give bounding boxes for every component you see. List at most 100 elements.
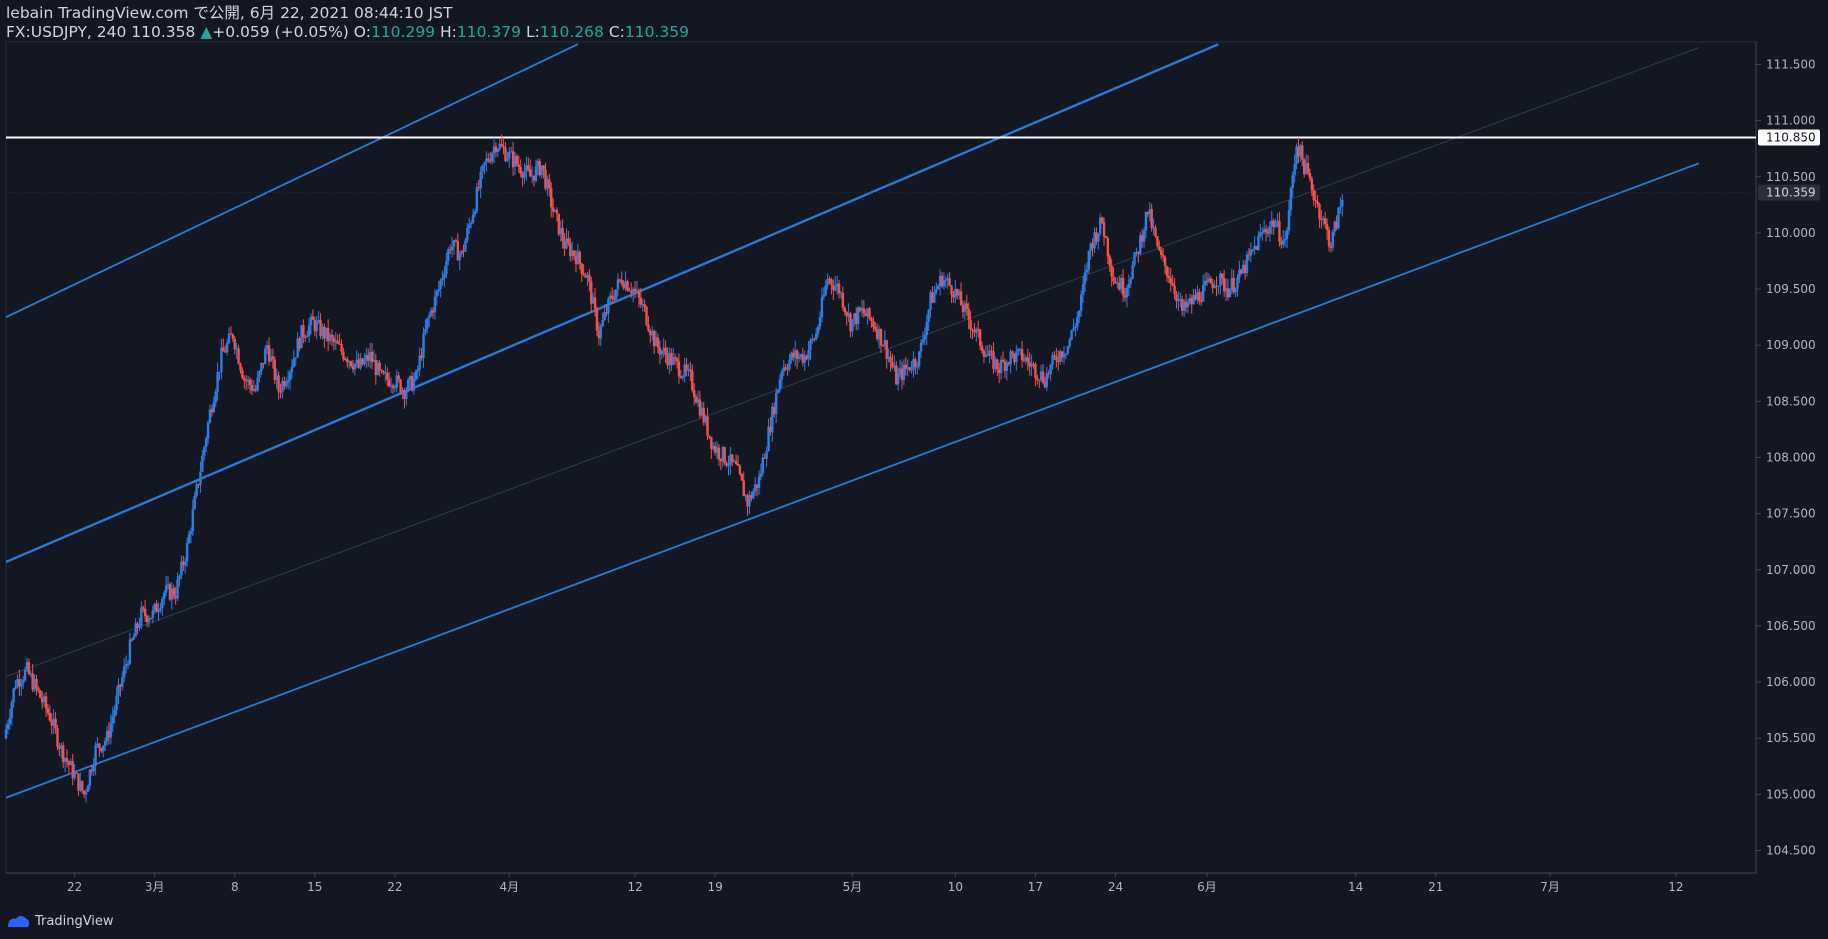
candle-body — [479, 171, 482, 189]
candle-body — [1097, 233, 1100, 242]
price-tick-label: 107.500 — [1766, 507, 1816, 521]
candle-body — [445, 260, 448, 274]
candle-body — [523, 171, 526, 178]
candle-body — [1156, 236, 1159, 247]
candle-body — [176, 579, 179, 599]
candle-body — [393, 387, 397, 389]
candle-body — [664, 347, 667, 355]
candle-body — [1268, 226, 1272, 234]
candle-body — [405, 390, 408, 400]
candle-body — [692, 390, 696, 398]
candle-body — [948, 278, 951, 286]
candle-body — [620, 279, 623, 284]
channel-line-mid-faint — [6, 47, 1699, 677]
candle-body — [1314, 200, 1317, 202]
candle-body — [572, 250, 576, 256]
candle-body — [1133, 252, 1136, 265]
candle-body — [1127, 283, 1131, 288]
candle-body — [872, 321, 875, 327]
candle-body — [1112, 276, 1115, 282]
brand-label: TradingView — [35, 913, 114, 929]
candle-body — [35, 678, 38, 688]
candle-body — [595, 308, 599, 332]
price-chart[interactable]: 111.500 111.000 110.500 110.000 109.500 109.0… — [0, 0, 1828, 939]
candle-body — [1100, 217, 1104, 223]
candle-body — [414, 371, 418, 380]
candle-body — [172, 588, 175, 597]
candle-body — [1312, 189, 1315, 201]
candle-body — [128, 639, 132, 664]
candle-body — [727, 465, 730, 467]
candle-body — [862, 308, 866, 314]
candle-body — [218, 371, 221, 373]
candle-body — [959, 291, 963, 306]
candle-body — [483, 162, 486, 166]
candles — [4, 134, 1344, 803]
candle-body — [212, 402, 215, 413]
candle-body — [126, 663, 130, 665]
candle-body — [1125, 287, 1129, 298]
time-tick-label: 17 — [1028, 880, 1043, 894]
time-tick-label: 21 — [1428, 880, 1443, 894]
candle-body — [48, 712, 52, 721]
candle-body — [490, 153, 494, 162]
candle-body — [260, 363, 263, 372]
candle-body — [426, 318, 429, 329]
price-tick-label: 111.000 — [1766, 114, 1816, 128]
candle-body — [736, 463, 740, 466]
candle-body — [412, 379, 416, 391]
candle-body — [178, 575, 181, 580]
candle-body — [21, 680, 25, 684]
candle-body — [44, 696, 48, 709]
candle-body — [206, 422, 210, 439]
candle-body — [109, 723, 113, 738]
candle-body — [1070, 330, 1073, 340]
candle-body — [1131, 264, 1134, 279]
candle-body — [517, 164, 520, 167]
candle-body — [473, 211, 477, 215]
candle-body — [225, 342, 229, 353]
candle-body — [643, 304, 646, 307]
candle-body — [1221, 273, 1224, 279]
candle-body — [286, 380, 290, 383]
candle-body — [1278, 220, 1281, 242]
candle-body — [1249, 250, 1253, 256]
candle-body — [1064, 353, 1068, 355]
candle-body — [925, 321, 928, 336]
candle-body — [1121, 277, 1125, 296]
candle-body — [752, 491, 755, 499]
candle-body — [138, 625, 141, 628]
candle-body — [1301, 145, 1304, 160]
time-tick-label: 8 — [231, 880, 239, 894]
candle-body — [681, 376, 684, 378]
candle-body — [1173, 285, 1176, 295]
candle-body — [1083, 272, 1087, 285]
candle-body — [149, 617, 153, 620]
candle-body — [191, 509, 195, 532]
candle-body — [896, 373, 900, 385]
candle-body — [717, 447, 721, 459]
candle-body — [481, 165, 484, 172]
candle-body — [397, 375, 400, 380]
candle-body — [416, 369, 419, 372]
candle-body — [222, 347, 225, 352]
candle-body — [81, 780, 84, 791]
candle-body — [1074, 326, 1077, 329]
candle-body — [1022, 360, 1026, 362]
candle-body — [645, 306, 648, 325]
candle-body — [1020, 348, 1024, 361]
time-tick-label: 19 — [708, 880, 723, 894]
candle-body — [977, 328, 980, 330]
candle-body — [1102, 222, 1106, 237]
candle-body — [437, 288, 440, 292]
candle-body — [996, 359, 999, 370]
candle-body — [46, 708, 50, 713]
price-tick-label: 104.500 — [1766, 844, 1816, 858]
time-tick-label: 6月 — [1197, 880, 1217, 894]
candle-body — [142, 607, 145, 609]
candle-body — [502, 146, 505, 149]
candle-body — [778, 379, 782, 390]
tradingview-footer[interactable]: TradingView — [6, 911, 114, 931]
candle-body — [496, 149, 500, 152]
candle-body — [723, 447, 726, 464]
